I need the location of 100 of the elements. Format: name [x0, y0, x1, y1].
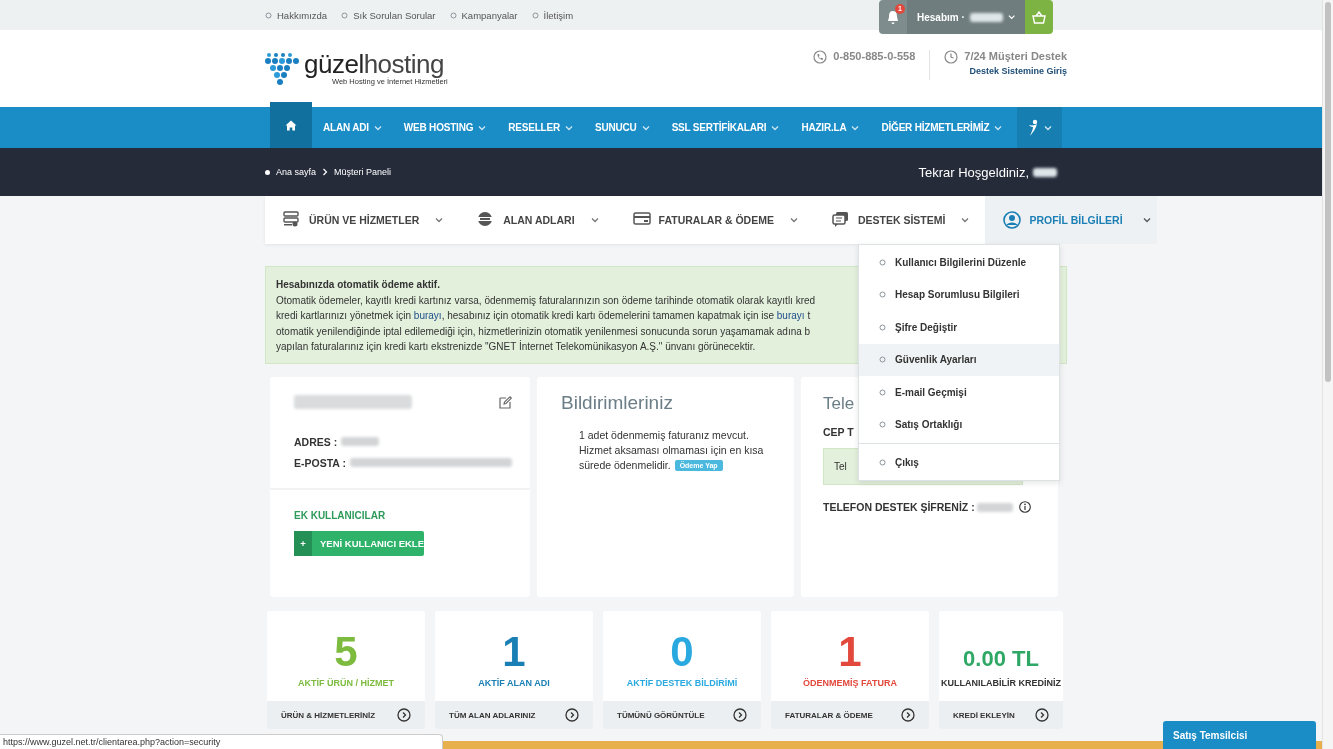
arrow-right-icon — [565, 708, 579, 722]
blurred-text — [969, 12, 1003, 22]
status-bar-url: https://www.guzel.net.tr/clientarea.php?action=security — [0, 734, 443, 749]
panel-tab[interactable]: DESTEK SİSTEMİ — [813, 196, 986, 244]
top-link[interactable]: Hakkımızda — [265, 9, 328, 21]
stat-value: 1 — [838, 630, 862, 674]
menu-item[interactable]: E-mail Geçmişi — [859, 376, 1059, 409]
blurred-text — [1033, 167, 1057, 177]
menu-item[interactable]: Satış Ortaklığı — [859, 408, 1059, 441]
bullet-icon — [265, 169, 270, 175]
alert-text: yapılan faturalarınız için kredi kartı ekstrenizde "GNET İnternet Telekomünikasyon A.Ş." ünvanı görünecektir. — [276, 339, 756, 354]
caret-icon — [373, 124, 382, 131]
arrow-right-icon — [397, 708, 411, 722]
welcome-text: Tekrar Hoşgeldiniz, — [918, 164, 1029, 180]
breadcrumb-item[interactable]: Ana sayfa — [276, 167, 317, 177]
sales-chat-button[interactable]: Satış Temsilcisi — [1163, 721, 1316, 749]
breadcrumb-item: Müşteri Paneli — [334, 167, 392, 177]
nav-menu-item[interactable]: SSL SERTİFİKALARI — [660, 107, 791, 148]
home-button[interactable] — [270, 102, 312, 148]
alert-title: Hesabınızda otomatik ödeme aktif. — [276, 278, 441, 292]
menu-item[interactable]: Şifre Değiştir — [859, 311, 1059, 344]
card-title: Tele — [823, 394, 856, 414]
caret-icon — [1142, 217, 1151, 223]
caret-icon — [1007, 14, 1015, 20]
nav-menu-item[interactable]: DİĞER HİZMETLERİMİZ — [870, 107, 1014, 148]
nav-menu-item[interactable]: ALAN ADI — [312, 107, 393, 148]
field-label: TELEFON DESTEK ŞİFRENİZ : — [823, 501, 975, 513]
caret-icon — [961, 217, 970, 223]
menu-item[interactable]: Hesap Sorumlusu Bilgileri — [859, 278, 1059, 311]
caret-icon — [565, 124, 574, 131]
arrow-right-icon — [901, 708, 915, 722]
nav-menu-item[interactable]: RESELLER — [497, 107, 585, 148]
field-label: CEP T — [823, 426, 855, 438]
bullet-icon — [879, 458, 886, 466]
info-icon — [1018, 501, 1031, 513]
field-label: E-POSTA : — [294, 456, 346, 469]
arrow-right-icon — [1035, 708, 1049, 722]
stat-label: KULLANILABİLİR KREDİNİZ — [941, 678, 1061, 688]
panel-tab[interactable]: ALAN ADLARI — [459, 196, 615, 244]
phone-number: 0-850-885-0-558 — [833, 49, 916, 62]
caret-icon — [789, 217, 798, 223]
nav-menu-item[interactable]: WEB HOSTING — [392, 107, 498, 148]
basket-icon — [1032, 10, 1046, 24]
bullet-icon — [879, 356, 886, 364]
blurred-text — [341, 437, 380, 446]
stat-value: 0.00 TL — [963, 645, 1039, 673]
bullet-icon — [879, 258, 886, 266]
account-button[interactable]: Hesabım · — [907, 0, 1025, 34]
stat-value: 0 — [670, 630, 694, 674]
card-title: Bildirimleriniz — [561, 392, 674, 414]
server-icon — [283, 211, 301, 229]
link[interactable]: burayı — [776, 310, 805, 321]
panel-tab[interactable]: ÜRÜN VE HİZMETLER — [265, 196, 460, 244]
chat-icon — [831, 211, 850, 229]
top-link[interactable]: Sık Sorulan Sorular — [341, 9, 436, 21]
logout-menu-item[interactable]: Çıkış — [859, 446, 1059, 479]
menu-item[interactable]: Kullanıcı Bilgilerini Düzenle — [859, 246, 1059, 279]
figure-icon — [1027, 118, 1040, 137]
menu-item[interactable]: Güvenlik Ayarları — [859, 343, 1059, 376]
stat-link[interactable]: TÜMÜNÜ GÖRÜNTÜLE — [603, 701, 761, 729]
alert-text: Otomatik ödemeler, kayıtlı kredi kartınız varsa, ödenmemiş faturalarınızın son ödeme tarihinde otomatik olarak kayıtlı kred — [276, 293, 816, 308]
stat-link[interactable]: TÜM ALAN ADLARINIZ — [435, 701, 593, 729]
section-title: EK KULLANICILAR — [294, 510, 387, 521]
top-link[interactable]: İletişim — [531, 9, 574, 21]
bullet-icon — [449, 11, 457, 19]
top-link[interactable]: Kampanyalar — [449, 9, 518, 21]
caret-icon — [851, 124, 860, 131]
scrollbar-thumb[interactable] — [1325, 2, 1331, 382]
nav-menu-item[interactable]: SUNUCU — [584, 107, 661, 148]
bullet-icon — [265, 11, 272, 19]
stat-link[interactable]: KREDİ EKLEYİN — [939, 701, 1063, 729]
notice-text: Tel — [834, 461, 847, 472]
arrow-right-icon — [733, 708, 747, 722]
scrollbar[interactable] — [1322, 0, 1333, 749]
add-user-button[interactable]: + YENİ KULLANICI EKLE — [294, 531, 424, 556]
home-icon — [285, 119, 297, 131]
caret-icon — [478, 124, 487, 131]
link[interactable]: burayı — [413, 310, 442, 321]
alert-text: kredi kartlarınızı yönetmek için burayı, hesabınız için otomatik kredi kartı ödemelerini tamamen kapatmak için ise burayı t — [276, 309, 811, 323]
clock-icon — [944, 49, 959, 64]
caret-icon — [641, 124, 650, 131]
bell-icon — [886, 9, 900, 25]
phone-icon — [813, 49, 828, 64]
caret-icon — [1044, 124, 1053, 131]
caret-icon — [435, 217, 444, 223]
cart-button[interactable] — [1025, 0, 1053, 34]
stat-link[interactable]: FATURALAR & ÖDEME — [771, 701, 929, 729]
caret-icon — [994, 124, 1003, 131]
caret-icon — [771, 124, 780, 131]
chevron-icon — [322, 168, 329, 176]
support-link[interactable]: Destek Sistemine Giriş — [969, 65, 1067, 76]
nav-menu-item[interactable]: HAZIR.LA — [790, 107, 871, 148]
stat-label: AKTİF ALAN ADI — [478, 678, 550, 688]
more-menu-button[interactable] — [1017, 107, 1063, 148]
logo-text: güzelhosting — [304, 51, 445, 77]
edit-icon — [499, 395, 512, 409]
blurred-text — [976, 502, 1013, 512]
panel-tab[interactable]: PROFİL BİLGİLERİ — [985, 196, 1157, 244]
stat-link[interactable]: ÜRÜN & HİZMETLERİNİZ — [267, 701, 425, 729]
panel-tab[interactable]: FATURALAR & ÖDEME — [614, 196, 814, 244]
